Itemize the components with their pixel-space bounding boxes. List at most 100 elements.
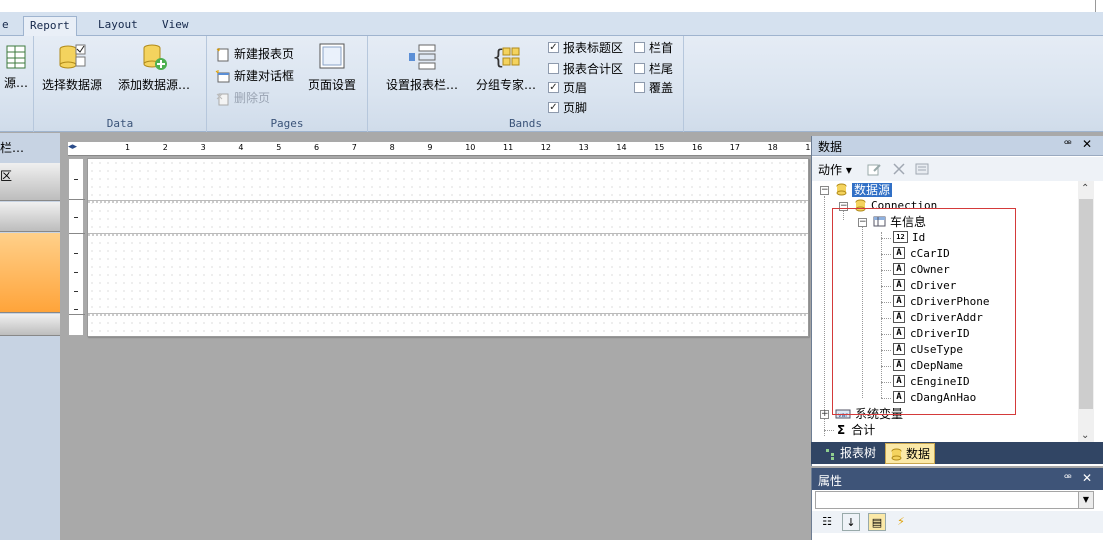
- group-label-pages: Pages: [270, 117, 304, 130]
- group-expert-label: 分组专家…: [475, 78, 536, 92]
- checkbox-column-footer[interactable]: 栏尾: [634, 59, 673, 79]
- data-panel-header: 数据 ꟹ ✕: [812, 136, 1103, 156]
- ruler-number: 4: [238, 143, 244, 152]
- table-icon: [6, 45, 26, 69]
- tab-file[interactable]: e: [0, 16, 15, 36]
- new-report-page-button[interactable]: 新建报表页: [215, 44, 294, 64]
- left-pane-item[interactable]: [0, 202, 60, 232]
- checkbox-page-header[interactable]: ✓ 页眉: [548, 78, 587, 98]
- checkbox-report-summary[interactable]: 报表合计区: [548, 59, 623, 79]
- ruler-band: [69, 159, 85, 200]
- events-icon[interactable]: ⚡: [892, 513, 910, 531]
- ruler-number: 10: [465, 143, 476, 152]
- partial-button-label: 源…: [3, 76, 28, 90]
- edit-icon[interactable]: [866, 161, 882, 177]
- scroll-up-icon[interactable]: ⌃: [1081, 183, 1089, 194]
- page-setup-button[interactable]: 页面设置: [305, 42, 359, 93]
- configure-bands-button[interactable]: 设置报表栏…: [374, 42, 470, 93]
- left-pane-item-selected[interactable]: [0, 233, 60, 313]
- window-close-area[interactable]: [1095, 0, 1103, 12]
- categorized-icon[interactable]: ☷: [818, 513, 836, 531]
- sort-az-icon[interactable]: ↓: [842, 513, 860, 531]
- select-datasource-button[interactable]: 选择数据源: [40, 42, 104, 93]
- properties-panel: 属性 ꟹ ✕ ▼ ☷ ↓ ▤ ⚡: [811, 468, 1103, 540]
- tree-node-datasources[interactable]: 数据源: [835, 182, 893, 198]
- ruler-number: 12: [540, 143, 551, 152]
- ruler-number: 16: [692, 143, 703, 152]
- add-datasource-button[interactable]: 添加数据源…: [114, 42, 194, 93]
- delete-icon[interactable]: [891, 161, 907, 177]
- page-setup-icon: [319, 43, 345, 69]
- new-report-page-label: 新建报表页: [234, 47, 295, 61]
- ribbon: 源… 选择数据源 添加数据源… Data 新建报表页 新建对话框 删除页 页面设…: [0, 36, 1103, 132]
- report-page-canvas[interactable]: [87, 158, 809, 337]
- ruler-number: 8: [389, 143, 395, 152]
- checkbox-box[interactable]: ✓: [548, 42, 559, 53]
- data-panel-title: 数据: [818, 140, 843, 154]
- tree-expander[interactable]: +: [820, 410, 829, 419]
- datasource-icon: [836, 183, 847, 196]
- band-separator[interactable]: [88, 313, 808, 316]
- tree-node-label: 合计: [851, 423, 876, 437]
- delete-page-icon: [216, 93, 229, 105]
- scroll-thumb[interactable]: [1079, 199, 1093, 409]
- ruler-band: [69, 201, 85, 234]
- checkbox-box[interactable]: [634, 82, 645, 93]
- ruler-tick: [74, 253, 78, 254]
- checkbox-box[interactable]: [634, 63, 645, 74]
- close-icon[interactable]: ✕: [1082, 137, 1092, 151]
- properties-icon[interactable]: ▤: [868, 513, 886, 531]
- ruler-band: [69, 235, 85, 315]
- checkbox-box[interactable]: ✓: [548, 82, 559, 93]
- tree-line: [824, 196, 825, 436]
- tab-data[interactable]: 数据: [885, 443, 936, 464]
- checkbox-report-title[interactable]: ✓ 报表标题区: [548, 38, 623, 58]
- highlight-box: [832, 208, 1016, 415]
- new-dialog-button[interactable]: 新建对话框: [215, 66, 294, 86]
- sigma-icon: Σ: [837, 423, 846, 437]
- chevron-down-icon[interactable]: ▼: [1078, 492, 1093, 508]
- tree-node-totals[interactable]: Σ 合计: [837, 422, 875, 438]
- tab-layout[interactable]: Layout: [92, 16, 144, 36]
- new-dialog-icon: [215, 69, 230, 82]
- close-icon[interactable]: ✕: [1082, 471, 1092, 485]
- left-pane-item[interactable]: 区: [0, 163, 60, 201]
- view-icon[interactable]: [914, 161, 930, 177]
- left-pane-item[interactable]: [0, 314, 60, 336]
- tab-view[interactable]: View: [156, 16, 195, 36]
- data-panel-toolbar: 动作 ▾: [812, 157, 1103, 181]
- partial-button[interactable]: 源…: [0, 42, 34, 91]
- ruler-number: 13: [578, 143, 589, 152]
- pin-icon[interactable]: ꟹ: [1064, 137, 1072, 151]
- left-pane: 栏… 区: [0, 133, 60, 540]
- delete-page-label: 删除页: [234, 91, 271, 105]
- tab-report-tree[interactable]: 报表树: [821, 443, 880, 464]
- checkbox-box[interactable]: [548, 63, 559, 74]
- group-expert-button[interactable]: { 分组专家…: [468, 42, 544, 93]
- checkbox-overlay[interactable]: 覆盖: [634, 78, 673, 98]
- band-separator[interactable]: [88, 233, 808, 236]
- scroll-down-icon[interactable]: ⌄: [1081, 430, 1089, 441]
- checkbox-column-header[interactable]: 栏首: [634, 38, 673, 58]
- data-panel-tabs: 报表树 数据: [811, 442, 1103, 464]
- tree-scrollbar[interactable]: ⌃ ⌄: [1078, 181, 1094, 443]
- checkbox-box[interactable]: [634, 42, 645, 53]
- properties-header: 属性 ꟹ ✕: [812, 468, 1103, 490]
- ribbon-group-pages: 新建报表页 新建对话框 删除页 页面设置 Pages: [207, 36, 368, 132]
- checkbox-page-footer[interactable]: ✓ 页脚: [548, 98, 587, 118]
- report-tree-icon: [826, 448, 834, 460]
- ruler-nav-icon[interactable]: ◂▸: [68, 142, 77, 152]
- band-separator[interactable]: [88, 200, 808, 203]
- tree-expander[interactable]: −: [820, 186, 829, 195]
- delete-page-button[interactable]: 删除页: [215, 88, 270, 108]
- group-label-bands: Bands: [508, 117, 543, 130]
- object-selector[interactable]: ▼: [815, 491, 1094, 509]
- tab-report[interactable]: Report: [23, 16, 77, 37]
- tree-node-label: 数据源: [852, 183, 893, 197]
- ruler-number: 9: [427, 143, 433, 152]
- page-setup-label: 页面设置: [307, 78, 356, 92]
- pin-icon[interactable]: ꟹ: [1064, 471, 1072, 485]
- checkbox-box[interactable]: ✓: [548, 102, 559, 113]
- checkbox-label: 报表合计区: [563, 62, 624, 76]
- actions-menu[interactable]: 动作 ▾: [818, 161, 852, 178]
